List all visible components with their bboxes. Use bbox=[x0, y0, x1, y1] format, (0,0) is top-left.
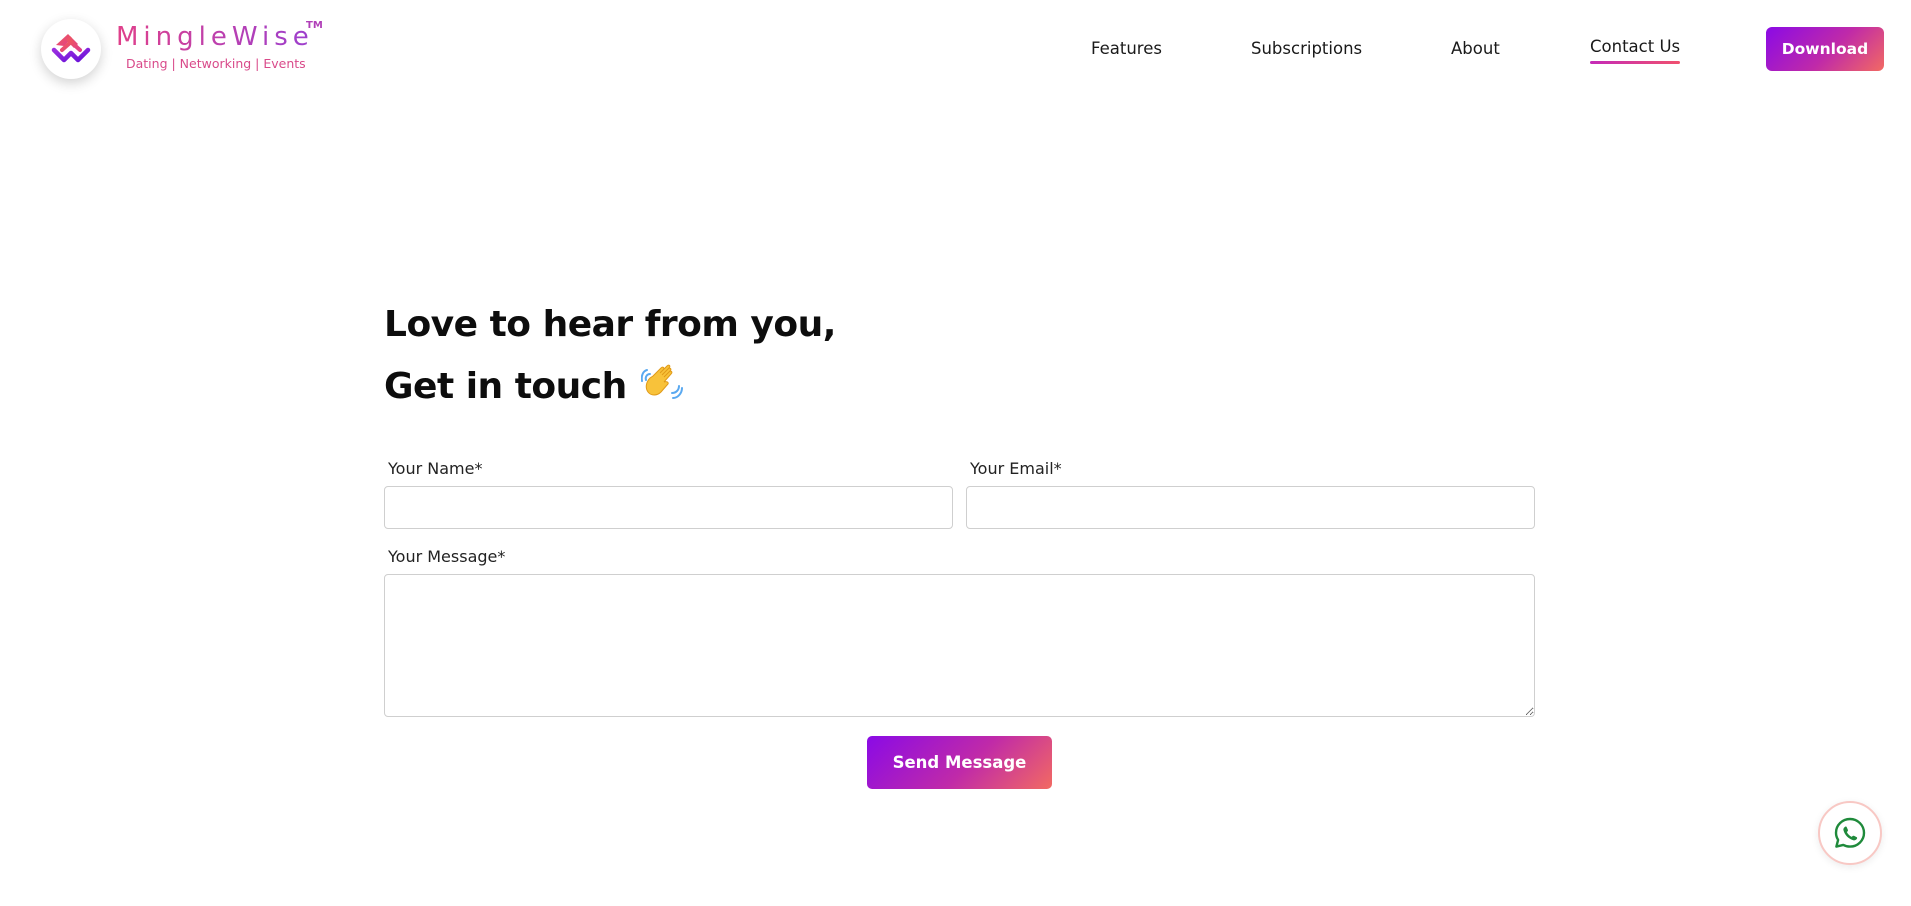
logo-badge[interactable] bbox=[41, 19, 101, 79]
nav-link-features[interactable]: Features bbox=[1091, 38, 1162, 60]
nav-link-contact-us[interactable]: Contact Us bbox=[1590, 36, 1681, 64]
send-message-button[interactable]: Send Message bbox=[867, 736, 1052, 789]
email-field-label: Your Email* bbox=[970, 459, 1062, 478]
whatsapp-icon bbox=[1834, 817, 1866, 848]
nav-link-about[interactable]: About bbox=[1451, 38, 1500, 60]
waving-hand-icon bbox=[640, 360, 683, 411]
contact-heading-line-1: Love to hear from you, bbox=[384, 304, 836, 345]
message-textarea[interactable] bbox=[384, 574, 1535, 717]
brand-name[interactable]: MingleWise bbox=[116, 20, 314, 54]
download-button[interactable]: Download bbox=[1766, 27, 1884, 71]
message-field-label: Your Message* bbox=[388, 547, 506, 566]
email-input[interactable] bbox=[966, 486, 1535, 529]
whatsapp-chat-button[interactable] bbox=[1818, 801, 1882, 865]
name-input[interactable] bbox=[384, 486, 953, 529]
trademark-mark: TM bbox=[306, 20, 323, 31]
name-field-label: Your Name* bbox=[388, 459, 483, 478]
contact-heading-text: Get in touch bbox=[384, 366, 627, 407]
brand-tagline: Dating | Networking | Events bbox=[126, 56, 306, 71]
nav-link-subscriptions[interactable]: Subscriptions bbox=[1251, 38, 1362, 60]
site-header: MingleWise TM Dating | Networking | Even… bbox=[0, 0, 1911, 100]
minglewise-logo-icon bbox=[51, 34, 91, 63]
contact-heading-line-2: Get in touch bbox=[384, 360, 683, 411]
